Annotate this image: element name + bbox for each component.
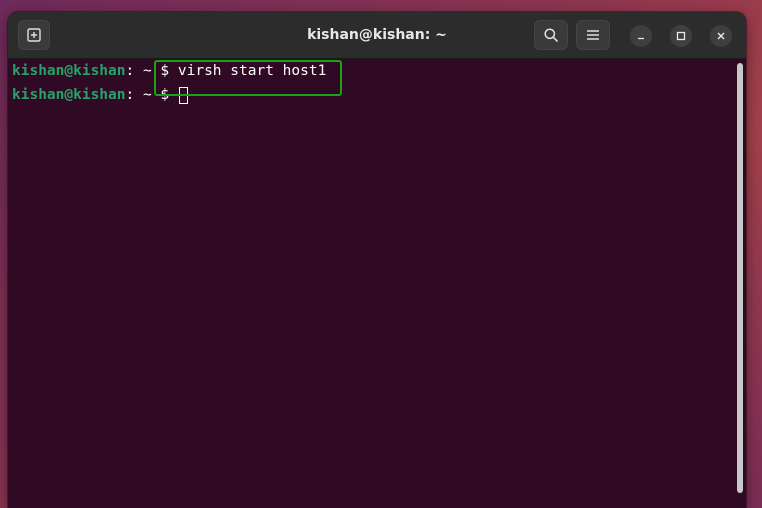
prompt-user-host: kishan@kishan xyxy=(12,63,126,79)
menu-button[interactable] xyxy=(576,20,610,50)
terminal-output[interactable]: kishan@kishan: ~ $ virsh start host1 kis… xyxy=(8,59,746,508)
search-icon xyxy=(544,28,558,42)
prompt-separator: : xyxy=(125,63,135,79)
close-button[interactable] xyxy=(710,25,732,47)
minimize-button[interactable] xyxy=(630,25,652,47)
close-icon xyxy=(717,32,725,40)
terminal-window: kishan@kishan: ~ kishan@kishan: ~ $ virs… xyxy=(8,12,746,508)
command-highlight-box xyxy=(154,60,342,96)
title-bar[interactable]: kishan@kishan: ~ xyxy=(8,12,746,59)
maximize-icon xyxy=(676,31,686,41)
new-tab-icon xyxy=(27,28,41,42)
minimize-icon xyxy=(638,37,644,40)
new-tab-button[interactable] xyxy=(18,20,50,50)
scrollbar[interactable] xyxy=(737,63,743,493)
hamburger-menu-icon xyxy=(587,30,599,40)
maximize-button[interactable] xyxy=(670,25,692,47)
prompt-user-host: kishan@kishan xyxy=(12,87,126,103)
search-button[interactable] xyxy=(534,20,568,50)
prompt-separator: : xyxy=(125,87,135,103)
